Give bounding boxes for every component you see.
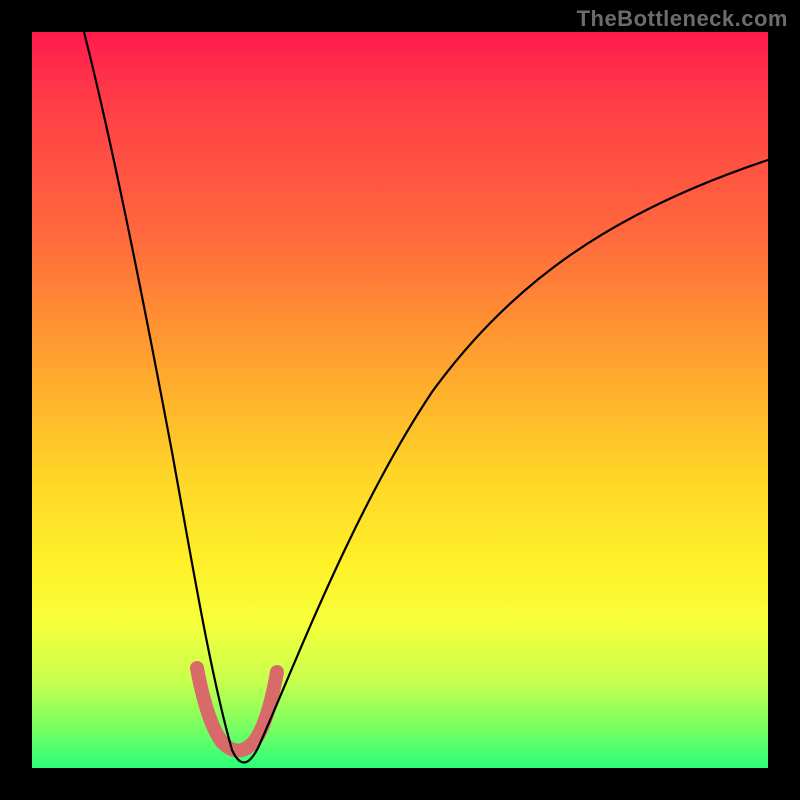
chart-frame: TheBottleneck.com — [0, 0, 800, 800]
curve-svg — [32, 32, 768, 768]
bottleneck-curve — [84, 32, 768, 763]
plot-area — [32, 32, 768, 768]
highlight-band — [197, 668, 277, 751]
watermark-text: TheBottleneck.com — [577, 6, 788, 32]
